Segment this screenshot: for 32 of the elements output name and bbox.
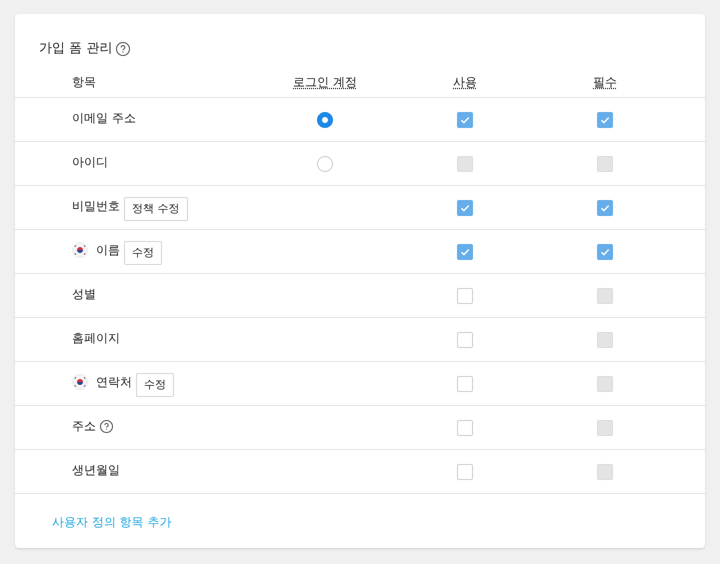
edit-button[interactable]: 수정 (136, 373, 174, 397)
field-label: 이메일 주소 (72, 110, 136, 127)
checkbox[interactable] (457, 244, 473, 260)
radio-button[interactable] (317, 156, 333, 172)
field-label: 아이디 (72, 154, 108, 171)
radio-button[interactable] (317, 112, 333, 128)
help-icon[interactable] (100, 420, 113, 432)
checkbox[interactable] (597, 200, 613, 216)
field-label: 성별 (72, 286, 96, 303)
panel-title: 가입 폼 관리 (39, 40, 112, 58)
help-icon[interactable] (116, 42, 130, 56)
field-label: 이름 (96, 242, 120, 259)
checkbox[interactable] (597, 112, 613, 128)
field-label: 생년월일 (72, 462, 120, 479)
field-label: 비밀번호 (72, 198, 120, 215)
field-label: 주소 (72, 418, 96, 435)
checkbox[interactable] (457, 112, 473, 128)
column-header: 로그인 계정 (293, 74, 357, 88)
field-label: 연락처 (96, 374, 132, 391)
checkbox[interactable] (457, 420, 473, 436)
checkbox[interactable] (597, 244, 613, 260)
checkbox[interactable] (457, 464, 473, 480)
edit-button[interactable]: 수정 (124, 241, 162, 265)
column-header: 필수 (593, 74, 617, 88)
field-label: 홈페이지 (72, 330, 120, 347)
checkbox[interactable] (457, 288, 473, 304)
checkbox[interactable] (457, 376, 473, 392)
checkbox[interactable] (457, 200, 473, 216)
checkbox[interactable] (457, 332, 473, 348)
edit-button[interactable]: 정책 수정 (124, 197, 188, 221)
column-header: 항목 (72, 74, 96, 88)
column-header: 사용 (453, 74, 477, 88)
